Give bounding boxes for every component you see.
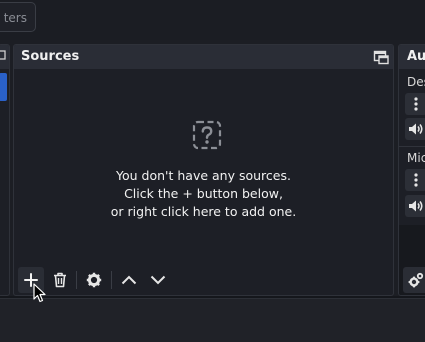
chevron-up-icon [121, 275, 137, 285]
sources-title: Sources [21, 49, 80, 64]
bottom-area [0, 298, 425, 342]
channel-menu-button[interactable] [405, 93, 425, 115]
empty-sources-message: You don't have any sources. Click the + … [14, 167, 393, 221]
gear-icon [86, 272, 102, 288]
toolbar-separator [76, 271, 77, 289]
trash-icon [54, 272, 66, 288]
sources-dock[interactable]: Sources You don't have any sources. Clic… [13, 44, 394, 296]
move-source-up-button[interactable] [116, 267, 142, 293]
audio-mixer-dock[interactable]: Au Des Mic [398, 44, 425, 296]
empty-line-2: Click the + button below, [124, 186, 283, 201]
mouse-cursor-icon [33, 283, 46, 303]
chevron-down-icon [150, 275, 166, 285]
selected-scene-item[interactable] [0, 73, 7, 101]
audio-channel-name: Mic [407, 151, 425, 165]
channel-divider [399, 146, 425, 147]
advanced-audio-properties-button[interactable] [403, 267, 425, 293]
channel-menu-button[interactable] [405, 169, 425, 191]
audio-mixer-title: Au [407, 49, 425, 64]
scenes-dock-partial [0, 44, 10, 296]
sources-titlebar: Sources [14, 45, 393, 69]
gears-icon [408, 272, 424, 288]
toolbar-separator [111, 271, 112, 289]
kebab-menu-icon [414, 97, 418, 111]
scenes-dock-titlebar [0, 45, 9, 69]
dock-float-icon[interactable] [0, 45, 10, 69]
channel-mute-button[interactable] [405, 195, 425, 217]
audio-channel-name: Des [407, 75, 425, 89]
channel-mute-button[interactable] [405, 118, 425, 140]
speaker-icon [409, 200, 423, 212]
filters-button[interactable]: ters [0, 2, 36, 32]
remove-source-button[interactable] [47, 267, 73, 293]
empty-line-3: or right click here to add one. [110, 204, 297, 219]
move-source-down-button[interactable] [145, 267, 171, 293]
float-dock-icon[interactable] [373, 49, 389, 65]
audio-mixer-titlebar: Au [399, 45, 425, 69]
speaker-icon [409, 123, 423, 135]
top-bar: ters [0, 0, 425, 40]
empty-line-1: You don't have any sources. [116, 168, 291, 183]
source-properties-button[interactable] [81, 267, 107, 293]
kebab-menu-icon [414, 173, 418, 187]
unknown-source-icon [192, 120, 222, 150]
